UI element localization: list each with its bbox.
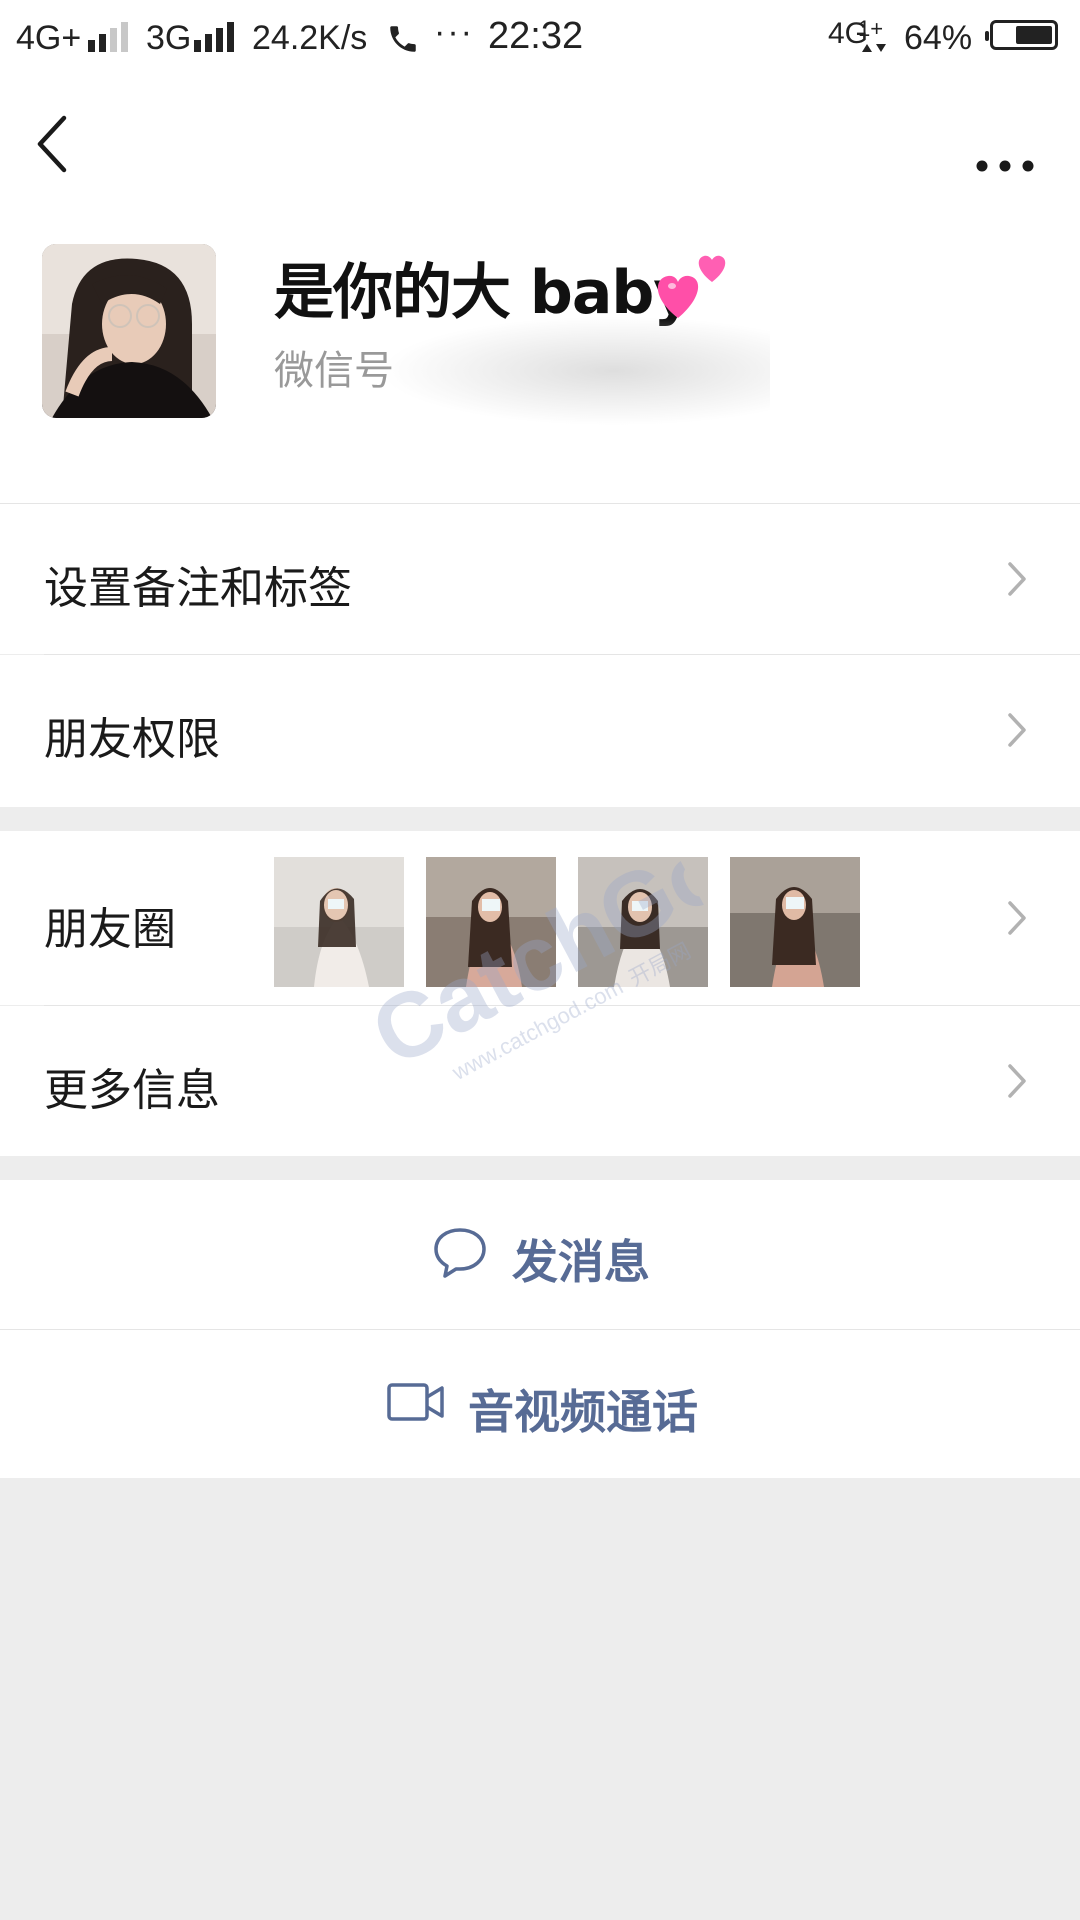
chevron-right-icon	[1008, 1064, 1026, 1098]
battery-icon	[985, 20, 1058, 50]
svg-text:1+: 1+	[858, 16, 883, 41]
phone-icon	[390, 26, 416, 52]
data-transfer-icon: 1+	[858, 16, 886, 52]
more-notifications: ···	[434, 13, 474, 51]
video-camera-icon	[387, 1383, 444, 1421]
moments-thumbnail	[730, 857, 860, 987]
moments-label: 朋友圈	[44, 904, 176, 955]
wechat-id: 微信号	[274, 338, 394, 396]
moments-cell[interactable]: 朋友圈	[0, 831, 1080, 1005]
moments-photo	[274, 857, 404, 987]
avatar[interactable]	[42, 244, 216, 418]
wechat-id-label: 微信号	[274, 348, 394, 394]
signal-icon	[88, 22, 134, 52]
more-dots-icon[interactable]	[970, 106, 1040, 182]
back-chevron-icon[interactable]	[28, 104, 84, 184]
moments-thumbnail	[274, 857, 404, 987]
friend-permissions-cell[interactable]: 朋友权限	[0, 655, 1080, 807]
more-info-label: 更多信息	[44, 1065, 220, 1116]
profile-header: 是你的大 baby 微信号	[0, 76, 1080, 504]
chevron-right-icon	[1008, 901, 1026, 935]
status-bar: 4G+ 3G 24.2K/s ··· 22:32 4G 1+ 64%	[0, 0, 1080, 76]
remarks-tags-cell[interactable]: 设置备注和标签	[0, 504, 1080, 654]
signal-icon	[194, 22, 240, 52]
chevron-right-icon	[1008, 713, 1026, 747]
network-type-1: 4G+	[16, 19, 82, 57]
moments-photo	[578, 857, 708, 987]
battery-percent: 64%	[904, 19, 973, 57]
network-type-2: 3G	[146, 19, 192, 57]
wechat-id-redaction	[380, 316, 770, 426]
hearts-emoji-icon	[657, 255, 726, 318]
moments-thumbnail	[426, 857, 556, 987]
remarks-tags-label: 设置备注和标签	[44, 563, 352, 614]
avatar-image	[42, 244, 216, 418]
voice-video-call-label: 音视频通话	[468, 1385, 698, 1439]
battery-fill	[1016, 26, 1052, 44]
contact-profile-screen: 4G+ 3G 24.2K/s ··· 22:32 4G 1+ 64% 是你的大 …	[0, 0, 1080, 1920]
send-message-label: 发消息	[512, 1235, 650, 1289]
chat-bubble-icon	[434, 1228, 486, 1278]
moments-thumbnail	[578, 857, 708, 987]
voice-video-call-button[interactable]: 音视频通话	[0, 1330, 1080, 1478]
friend-permissions-label: 朋友权限	[44, 714, 220, 765]
more-info-cell[interactable]: 更多信息	[0, 1006, 1080, 1156]
network-speed: 24.2K/s	[252, 19, 368, 57]
send-message-button[interactable]: 发消息	[0, 1180, 1080, 1330]
moments-photo	[730, 857, 860, 987]
moments-photo	[426, 857, 556, 987]
clock: 22:32	[488, 15, 584, 57]
chevron-right-icon	[1008, 562, 1026, 596]
